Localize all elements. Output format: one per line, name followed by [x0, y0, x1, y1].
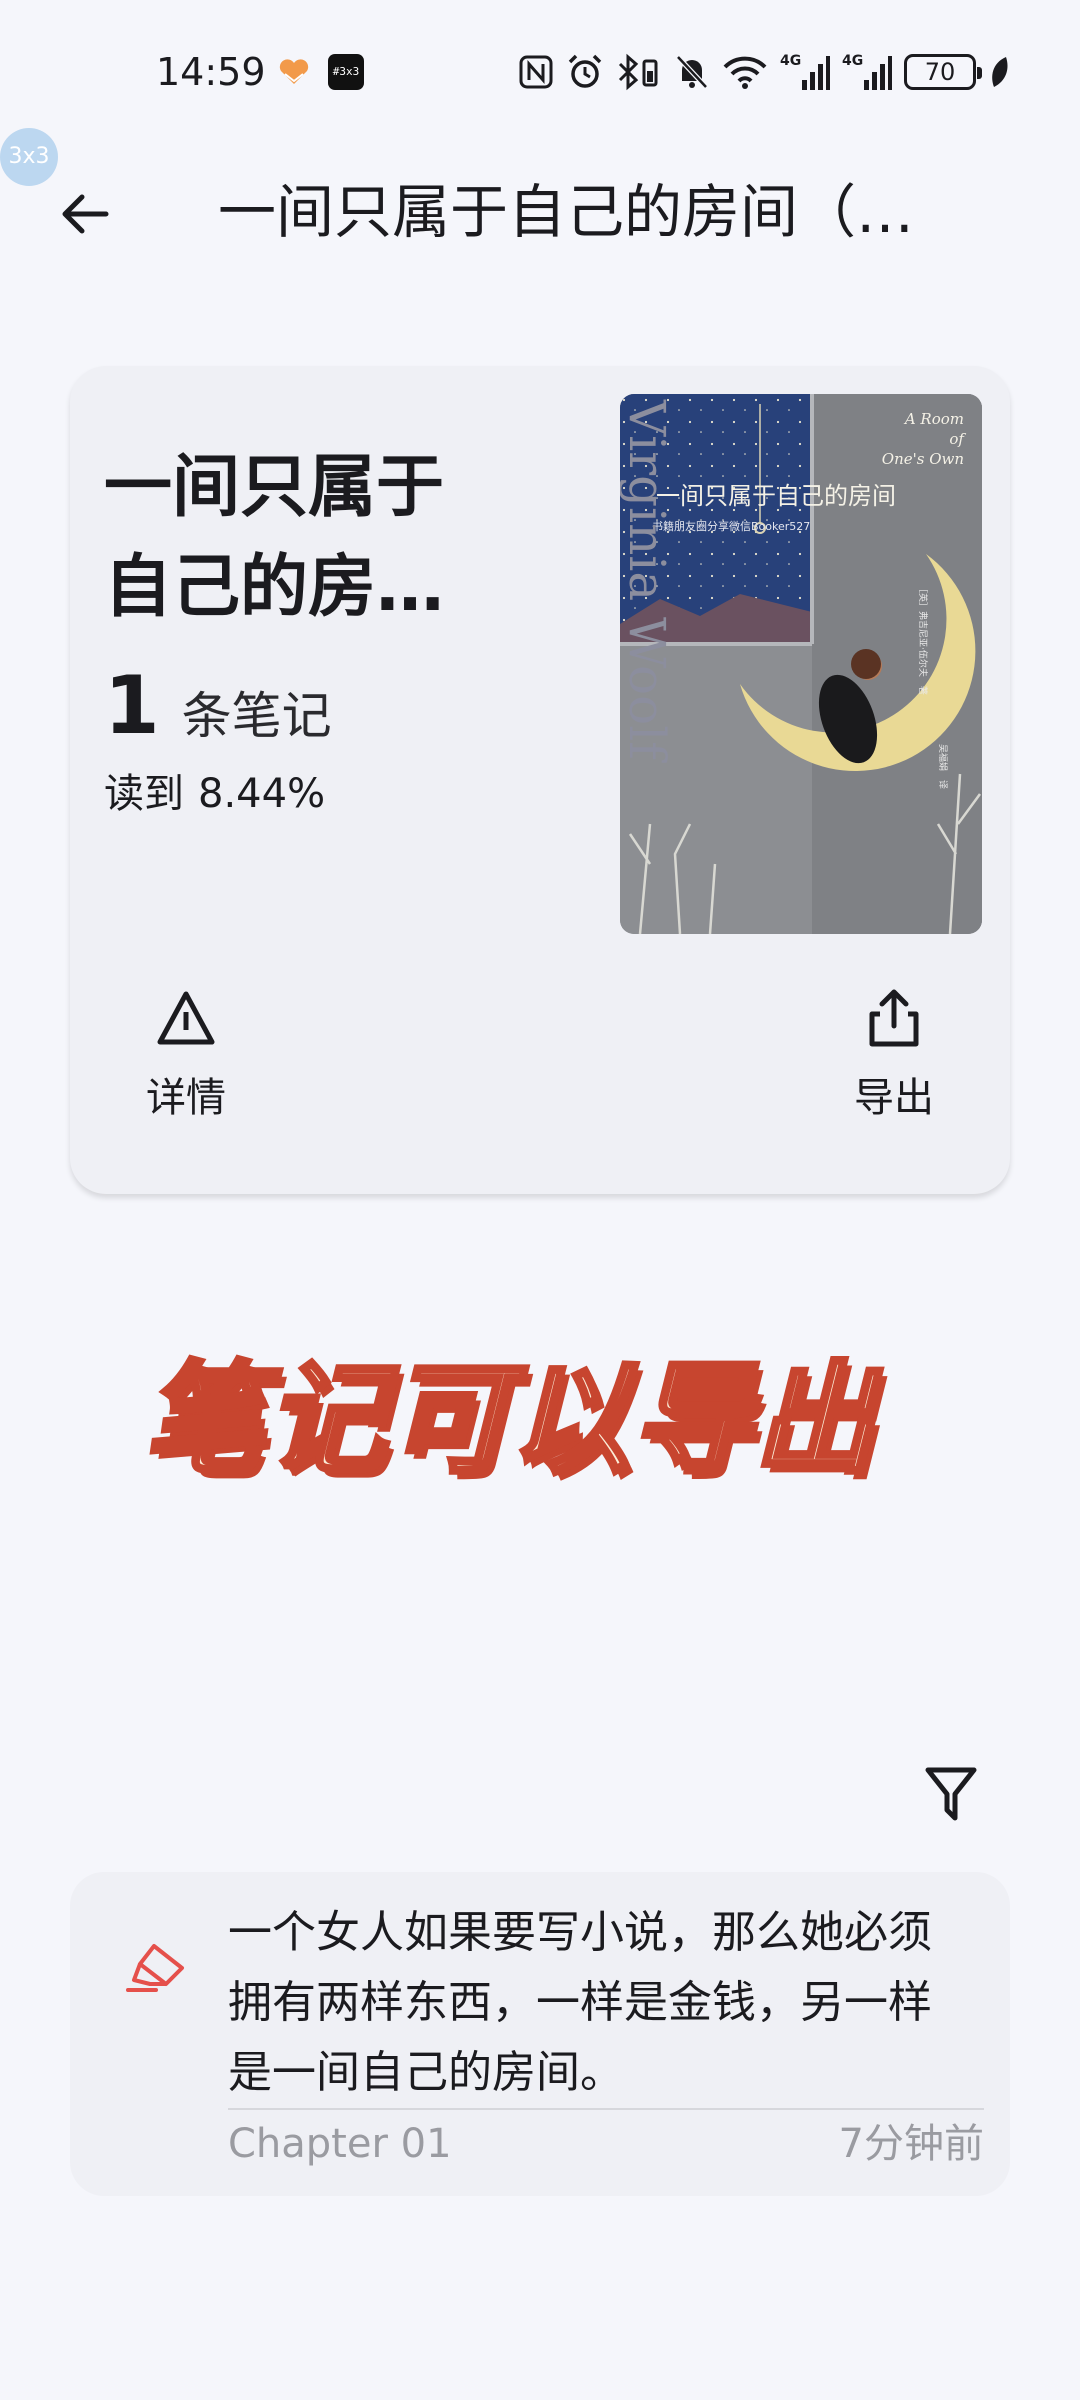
details-label: 详情	[146, 1075, 226, 1121]
book-title: 一间只属于 自己的房…	[104, 438, 544, 638]
page: 14:59 #3x3 4G 4G 70 3x3 一间只属于自己的房间（… 一间只…	[0, 0, 1080, 2400]
nfc-icon	[519, 55, 553, 89]
cover-title: 一间只属于自己的房间	[656, 482, 896, 510]
note-divider	[228, 2108, 984, 2110]
book-summary-card: 一间只属于 自己的房… 1 条笔记 读到 8.44% 一间只属于自己的房间 书籍…	[70, 366, 1010, 1194]
signal-4g-icon-2: 4G	[842, 53, 892, 90]
reading-progress-label: 读到	[104, 771, 184, 817]
overlay-caption: 笔记可以导出	[142, 1349, 877, 1493]
arrow-left-icon	[62, 194, 109, 234]
book-cover[interactable]: 一间只属于自己的房间 书籍朋友圈分享微信Booker527 A Room of …	[620, 394, 982, 934]
cover-english-line-1: A Room	[903, 410, 964, 428]
cover-author-cn: ［英］弗吉尼亚·伍尔夫 著	[917, 584, 929, 695]
signal-4g-icon: 4G	[780, 53, 830, 90]
reading-progress: 读到 8.44%	[104, 766, 339, 822]
warning-triangle-icon	[157, 991, 215, 1045]
status-icons: 4G 4G 70	[518, 50, 1010, 94]
share-upload-icon	[869, 989, 919, 1047]
note-count-number: 1	[104, 659, 160, 752]
app-notification-badge: #3x3	[328, 54, 364, 90]
note-count: 1 条笔记	[104, 656, 332, 766]
mute-bell-icon	[676, 55, 708, 89]
page-title: 一间只属于自己的房间（…	[218, 178, 915, 246]
note-timestamp: 7分钟前	[838, 2121, 984, 2167]
filter-button[interactable]	[920, 1762, 982, 1824]
reading-progress-value: 8.44%	[198, 771, 326, 817]
status-time: 14:59	[156, 50, 266, 94]
cover-english-line-2: of	[949, 430, 966, 448]
heart-hand-icon	[279, 59, 309, 84]
book-cover-art: 一间只属于自己的房间 书籍朋友圈分享微信Booker527 A Room of …	[620, 394, 982, 934]
back-button[interactable]	[44, 174, 124, 254]
svg-text:4G: 4G	[842, 53, 863, 69]
bluetooth-battery-icon	[618, 53, 658, 91]
leaf-icon	[992, 57, 1008, 87]
note-chapter: Chapter 01	[228, 2121, 452, 2167]
cover-english-line-3: One's Own	[882, 450, 964, 468]
note-card[interactable]: 一个女人如果要写小说，那么她必须拥有两样东西，一样是金钱，另一样是一间自己的房间…	[70, 1872, 1010, 2196]
filter-funnel-icon	[925, 1767, 977, 1821]
note-count-label: 条笔记	[181, 687, 332, 745]
export-button[interactable]: 导出	[824, 986, 964, 1146]
wifi-icon	[723, 56, 767, 89]
alarm-icon	[568, 54, 602, 88]
status-bar: 14:59 #3x3 4G 4G 70	[0, 48, 1080, 96]
app-bar: 一间只属于自己的房间（…	[0, 160, 1080, 256]
highlighter-icon	[126, 1944, 184, 1992]
details-button[interactable]: 详情	[116, 986, 256, 1146]
battery-indicator: 70	[904, 54, 982, 90]
book-title-line-1: 一间只属于	[104, 448, 445, 527]
svg-text:4G: 4G	[780, 53, 801, 69]
cover-author-vertical: Virginia Woolf	[620, 399, 676, 763]
note-text: 一个女人如果要写小说，那么她必须拥有两样东西，一样是金钱，另一样是一间自己的房间…	[228, 1907, 932, 2098]
export-label: 导出	[854, 1075, 934, 1121]
book-title-line-2: 自己的房…	[104, 548, 445, 627]
cover-translator: 吴福娟 译	[937, 744, 949, 789]
